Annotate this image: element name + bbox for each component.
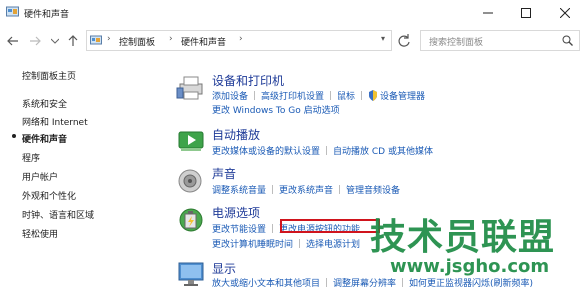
watermark-text: 技术员联盟 [370, 217, 556, 258]
close-button[interactable] [546, 0, 584, 26]
refresh-icon[interactable] [396, 33, 412, 49]
minimize-icon [483, 12, 493, 14]
manage-audio-devices-link[interactable]: 管理音频设备 [346, 183, 400, 196]
mouse-link[interactable]: 鼠标 [337, 89, 355, 102]
highlight-box [280, 219, 380, 233]
add-device-link[interactable]: 添加设备 [212, 89, 248, 102]
control-panel-icon [6, 6, 19, 17]
link-divider [272, 185, 274, 194]
display-links-row: 放大或缩小文本和其他项目 调整屏幕分辨率 如何更正监视器闪烁(刷新频率) [212, 276, 533, 288]
link-divider [361, 91, 363, 100]
link-divider [254, 91, 256, 100]
path-separator-icon: › [169, 34, 173, 44]
link-divider [326, 278, 328, 287]
search-icon[interactable] [562, 35, 573, 46]
link-divider [330, 91, 332, 100]
link-divider [402, 278, 404, 287]
chevron-down-icon [51, 38, 59, 44]
back-arrow-icon [7, 36, 18, 46]
sidebar-item-programs[interactable]: 程序 [22, 151, 40, 164]
sidebar-item-user-accounts[interactable]: 用户帐户 [22, 170, 58, 183]
windows-to-go-link[interactable]: 更改 Windows To Go 启动选项 [212, 103, 340, 116]
close-icon [560, 8, 570, 18]
up-button[interactable] [66, 34, 80, 48]
power-links-row-2: 更改计算机睡眠时间 选择电源计划 [212, 237, 360, 250]
change-system-sounds-link[interactable]: 更改系统声音 [279, 183, 333, 196]
sidebar-item-ease-of-access[interactable]: 轻松使用 [22, 227, 58, 240]
category-title-sound[interactable]: 声音 [212, 165, 236, 182]
screen-resolution-link[interactable]: 调整屏幕分辨率 [333, 276, 396, 288]
text-size-link[interactable]: 放大或缩小文本和其他项目 [212, 276, 320, 288]
category-title-display[interactable]: 显示 [212, 260, 236, 277]
address-dropdown-icon[interactable]: ▾ [381, 34, 385, 43]
breadcrumb-control-panel[interactable]: 控制面板 [119, 35, 155, 48]
control-panel-path-icon [90, 35, 102, 45]
printer-icon [176, 76, 203, 100]
sound-links-row: 调整系统音量 更改系统声音 管理音频设备 [212, 183, 400, 196]
category-title-devices-printers[interactable]: 设备和打印机 [212, 72, 284, 89]
shield-icon [369, 90, 378, 101]
forward-arrow-icon [30, 36, 41, 46]
change-sleep-time-link[interactable]: 更改计算机睡眠时间 [212, 237, 293, 250]
link-divider [299, 239, 301, 248]
breadcrumb-hardware-sound[interactable]: 硬件和声音 [181, 35, 226, 48]
category-title-autoplay[interactable]: 自动播放 [212, 126, 260, 143]
sidebar-item-system-security[interactable]: 系统和安全 [22, 97, 67, 110]
search-box[interactable]: 搜索控制面板 [420, 30, 580, 51]
devices-links-row-2: 更改 Windows To Go 启动选项 [212, 103, 340, 116]
window-title: 硬件和声音 [24, 10, 70, 20]
minimize-button[interactable] [469, 0, 507, 26]
maximize-icon [521, 8, 531, 18]
change-power-saving-link[interactable]: 更改节能设置 [212, 222, 266, 235]
forward-button[interactable] [28, 34, 42, 48]
sidebar-item-home[interactable]: 控制面板主页 [22, 69, 76, 82]
display-icon [178, 262, 204, 286]
sidebar-item-clock-region[interactable]: 时钟、语言和区域 [22, 208, 94, 221]
sidebar-item-network[interactable]: 网络和 Internet [22, 115, 88, 128]
autoplay-cd-link[interactable]: 自动播放 CD 或其他媒体 [333, 144, 433, 157]
path-separator-icon: › [107, 34, 111, 44]
path-separator-icon: › [239, 34, 243, 44]
link-divider [326, 146, 328, 155]
monitor-flicker-link[interactable]: 如何更正监视器闪烁(刷新频率) [409, 276, 533, 288]
address-row: › 控制面板 › 硬件和声音 › ▾ 搜索控制面板 [0, 26, 584, 56]
autoplay-icon [178, 131, 204, 151]
advanced-printer-setup-link[interactable]: 高级打印机设置 [261, 89, 324, 102]
sidebar-item-hardware-sound[interactable]: 硬件和声音 [22, 132, 67, 145]
recent-locations-button[interactable] [48, 34, 62, 48]
back-button[interactable] [6, 34, 20, 48]
speaker-icon [178, 169, 202, 193]
choose-power-plan-link[interactable]: 选择电源计划 [306, 237, 360, 250]
change-media-defaults-link[interactable]: 更改媒体或设备的默认设置 [212, 144, 320, 157]
power-battery-icon [179, 208, 203, 232]
address-bar[interactable]: › 控制面板 › 硬件和声音 › ▾ [86, 30, 392, 51]
search-placeholder: 搜索控制面板 [429, 38, 484, 48]
sidebar-item-appearance[interactable]: 外观和个性化 [22, 189, 76, 202]
current-item-bullet [12, 134, 16, 138]
watermark-url: www.jsgho.com [390, 256, 550, 277]
control-panel-window: 硬件和声音 › 控制面板 › 硬件和声音 › ▾ 搜索控制面板 控制面板主页 系… [0, 0, 584, 288]
adjust-volume-link[interactable]: 调整系统音量 [212, 183, 266, 196]
maximize-button[interactable] [507, 0, 545, 26]
link-divider [339, 185, 341, 194]
category-title-power[interactable]: 电源选项 [212, 204, 260, 221]
up-arrow-icon [68, 35, 78, 46]
link-divider [272, 224, 274, 233]
sidebar: 控制面板主页 系统和安全 网络和 Internet 硬件和声音 程序 用户帐户 … [0, 60, 160, 288]
autoplay-links-row: 更改媒体或设备的默认设置 自动播放 CD 或其他媒体 [212, 144, 433, 157]
device-manager-link[interactable]: 设备管理器 [380, 89, 425, 102]
devices-links-row: 添加设备 高级打印机设置 鼠标 设备管理器 [212, 89, 425, 102]
title-bar: 硬件和声音 [0, 0, 584, 26]
